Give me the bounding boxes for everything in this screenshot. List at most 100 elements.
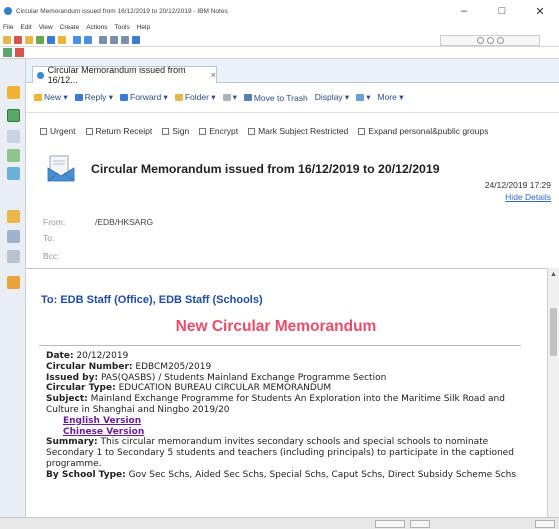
menu-actions[interactable]: Actions	[86, 24, 107, 31]
menu-create[interactable]: Create	[60, 24, 80, 31]
divider	[39, 345, 521, 346]
menu-tools[interactable]: Tools	[115, 24, 130, 31]
folder-icon[interactable]	[25, 35, 33, 44]
star-icon	[34, 94, 42, 101]
folder-button[interactable]: Folder ▾	[174, 92, 216, 103]
tab-strip: Circular Memorandum issued from 16/12...…	[26, 59, 559, 85]
ibm-notes-icon	[4, 7, 12, 15]
folder-icon	[174, 94, 183, 101]
search-box[interactable]	[440, 35, 540, 46]
search-icon	[356, 94, 365, 101]
from-label: From:	[43, 217, 66, 227]
open-list-icon[interactable]	[7, 276, 20, 289]
home-icon[interactable]	[14, 35, 22, 44]
edit-icon[interactable]	[47, 35, 55, 44]
open-icon[interactable]	[3, 35, 11, 44]
reply-button[interactable]: Reply ▾	[74, 92, 113, 103]
find-icon[interactable]	[110, 35, 118, 44]
status-indicator[interactable]	[535, 520, 555, 528]
status-indicator[interactable]	[410, 520, 430, 528]
checkbox[interactable]	[358, 127, 366, 135]
option-encrypt[interactable]: Encrypt	[199, 126, 238, 136]
refresh-icon[interactable]	[36, 35, 44, 44]
window-title: Circular Memorandum issued from 16/12/20…	[16, 7, 228, 15]
forward-nav-icon[interactable]	[84, 35, 92, 44]
school-type-line: By School Type: Gov Sec Schs, Aided Sec …	[46, 469, 517, 480]
replication-icon[interactable]	[7, 167, 20, 180]
option-return-receipt[interactable]: Return Receipt	[85, 126, 152, 136]
tab-circular-memorandum[interactable]: Circular Memorandum issued from 16/12...…	[32, 65, 217, 85]
option-sign[interactable]: Sign	[162, 126, 189, 136]
menu-edit[interactable]: Edit	[20, 24, 31, 31]
documents-icon[interactable]	[7, 250, 20, 263]
workspace-icon[interactable]	[7, 210, 20, 223]
summary-line: Summary: This circular memorandum invite…	[46, 437, 514, 469]
options-icon	[496, 37, 504, 44]
menu-file[interactable]: File	[3, 24, 13, 31]
mail-icon[interactable]	[7, 86, 20, 99]
bcc-label: Bcc:	[43, 251, 60, 261]
back-icon[interactable]	[73, 35, 81, 44]
paste-icon[interactable]	[132, 35, 140, 44]
menu-view[interactable]: View	[39, 24, 53, 31]
option-mark-subject-restricted[interactable]: Mark Subject Restricted	[248, 126, 348, 136]
calendar-icon[interactable]	[7, 109, 20, 122]
type-line: Circular Type: EDUCATION BUREAU CIRCULAR…	[46, 383, 332, 394]
envelope-icon	[47, 155, 75, 182]
trash-icon	[243, 94, 252, 101]
message-datetime: 24/12/2019 17:29	[484, 180, 551, 190]
subject-line: Subject: Mainland Exchange Programme for…	[46, 394, 505, 415]
checkbox[interactable]	[40, 127, 47, 135]
message-body: To: EDB Staff (Office), EDB Staff (Schoo…	[26, 268, 547, 517]
display-button[interactable]: Display ▾	[315, 92, 350, 103]
copy-icon[interactable]	[121, 35, 129, 44]
todo-icon[interactable]	[7, 149, 20, 162]
search-dropdown-button[interactable]: ▾	[356, 92, 370, 103]
tab-label: Circular Memorandum issued from 16/12...	[47, 65, 186, 85]
flag-icon	[222, 94, 231, 101]
close-tab-icon[interactable]: ×	[211, 70, 216, 80]
more-button[interactable]: More ▾	[377, 92, 403, 103]
contacts-icon[interactable]	[7, 130, 20, 143]
window-controls: – □ ✕	[445, 0, 559, 22]
computer-icon[interactable]	[7, 230, 20, 243]
to-label: To:	[43, 233, 55, 243]
checkbox[interactable]	[199, 127, 207, 135]
move-to-trash-button[interactable]: Move to Trash	[243, 93, 308, 103]
forward-button[interactable]: Forward ▾	[120, 92, 168, 103]
menu-help[interactable]: Help	[137, 24, 150, 31]
chinese-version-link[interactable]: Chinese Version	[46, 427, 526, 438]
date-line: Date: 20/12/2019	[46, 351, 129, 361]
scroll-up-icon[interactable]: ▲	[550, 271, 557, 278]
english-version-link[interactable]: English Version	[46, 416, 526, 427]
action-bar: New ▾ Reply ▾ Forward ▾ Folder ▾ ▾ Move …	[26, 83, 559, 113]
left-launcher-bar	[0, 59, 26, 529]
hide-details-link[interactable]: Hide Details	[505, 192, 551, 202]
delivery-options: Urgent Return Receipt Sign Encrypt Mark …	[40, 123, 559, 139]
close-window-button[interactable]: ✕	[521, 0, 559, 22]
number-line: Circular Number: EDBCM205/2019	[46, 361, 212, 372]
checkbox[interactable]	[85, 127, 93, 135]
forward-icon	[120, 94, 129, 101]
search-icon	[476, 37, 484, 44]
notes-doc-icon	[37, 71, 44, 79]
option-urgent[interactable]: Urgent	[40, 126, 76, 136]
replicate-icon[interactable]	[3, 48, 12, 57]
new-button[interactable]: New ▾	[34, 92, 68, 103]
print-icon[interactable]	[99, 35, 107, 44]
minimize-button[interactable]: –	[445, 0, 483, 22]
checkbox[interactable]	[162, 127, 170, 135]
checkbox[interactable]	[248, 127, 256, 135]
reply-icon	[74, 94, 83, 101]
alert-icon[interactable]	[15, 48, 24, 57]
body-heading: New Circular Memorandum	[175, 318, 377, 335]
bookmark-icon[interactable]	[58, 35, 66, 44]
maximize-button[interactable]: □	[483, 0, 521, 22]
option-expand-groups[interactable]: Expand personal&public groups	[358, 126, 488, 136]
status-indicator[interactable]	[375, 520, 405, 528]
vertical-scrollbar[interactable]: ▲	[547, 268, 559, 517]
scroll-thumb[interactable]	[550, 308, 557, 356]
flag-button[interactable]: ▾	[222, 92, 237, 103]
menu-bar: File Edit View Create Actions Tools Help	[0, 22, 559, 33]
issued-line: Issued by: PAS(QASBS) / Students Mainlan…	[46, 372, 387, 383]
